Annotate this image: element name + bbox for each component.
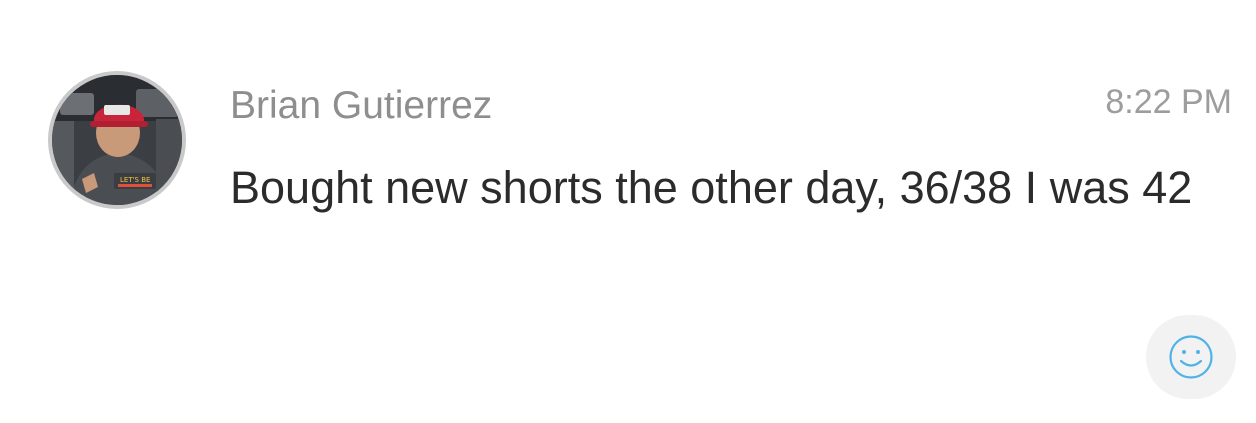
sender-name[interactable]: Brian Gutierrez bbox=[230, 82, 492, 130]
message-text: Bought new shorts the other day, 36/38 I… bbox=[230, 162, 1193, 213]
chat-message: LET'S BE Brian Gutierrez 8:22 PM Bought … bbox=[0, 0, 1256, 423]
shirt-text: LET'S BE bbox=[120, 176, 150, 184]
message-timestamp: 8:22 PM bbox=[1105, 83, 1232, 121]
avatar[interactable]: LET'S BE bbox=[48, 71, 186, 209]
avatar-photo: LET'S BE bbox=[52, 75, 182, 205]
smiley-face-icon bbox=[1169, 335, 1213, 379]
add-reaction-button[interactable] bbox=[1146, 315, 1236, 399]
